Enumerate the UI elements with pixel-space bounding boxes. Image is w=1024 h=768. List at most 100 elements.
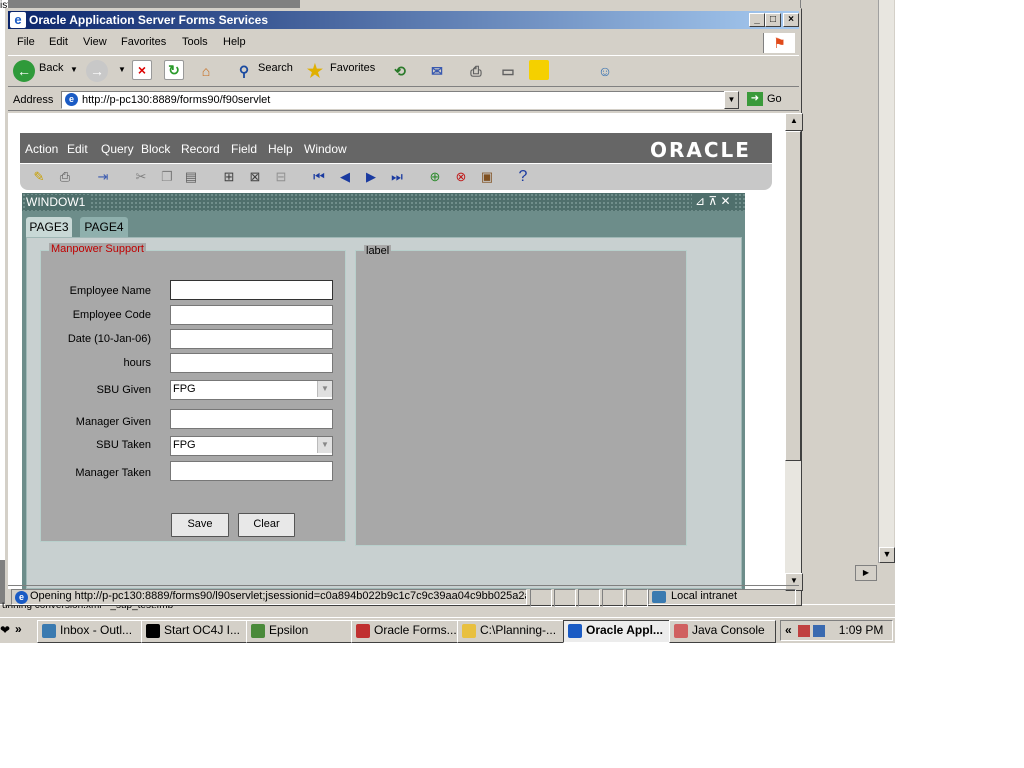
sbu-given-select[interactable]: FPG ▼ — [170, 380, 333, 400]
close-icon[interactable]: ✕ — [721, 194, 731, 208]
clock[interactable]: 1:09 PM — [839, 623, 884, 637]
menu-view[interactable]: View — [83, 36, 107, 48]
favorites-star-icon[interactable]: ★ — [304, 60, 326, 82]
clear-button[interactable]: Clear — [238, 513, 295, 537]
tray-network-icon[interactable] — [813, 624, 826, 637]
background-scrollbar[interactable]: ▼ — [878, 0, 895, 563]
forward-dropdown-icon[interactable]: ▼ — [118, 65, 126, 74]
home-icon[interactable]: ⌂ — [195, 60, 217, 82]
maximize-button[interactable]: □ — [765, 13, 781, 27]
page-loading-icon: e — [15, 591, 28, 604]
exit-icon[interactable]: ⇥ — [94, 168, 112, 186]
forms-menu-record[interactable]: Record — [181, 142, 220, 156]
scroll-thumb[interactable] — [785, 131, 801, 461]
browser-titlebar[interactable]: e Oracle Application Server Forms Servic… — [8, 11, 799, 29]
cut-icon[interactable]: ✂ — [132, 168, 150, 186]
go-button[interactable]: ➜ Go — [747, 92, 782, 106]
menu-tools[interactable]: Tools — [182, 36, 208, 48]
forms-menu-block[interactable]: Block — [141, 142, 170, 156]
task-oracle-forms[interactable]: Oracle Forms... — [351, 620, 458, 643]
vertical-scrollbar[interactable]: ▲ ▼ — [785, 113, 803, 591]
paste-icon[interactable]: ▤ — [182, 168, 200, 186]
sbu-taken-select[interactable]: FPG ▼ — [170, 436, 333, 456]
status-panel — [578, 589, 600, 607]
edit-icon[interactable]: ▭ — [497, 60, 519, 82]
search-icon[interactable]: ⚲ — [233, 60, 255, 82]
address-input[interactable]: e http://p-pc130:8889/forms90/f90servlet — [61, 91, 739, 109]
task-inbox[interactable]: Inbox - Outl... — [37, 620, 143, 643]
last-record-icon[interactable]: ⏭ — [388, 168, 406, 186]
browser-menubar: File Edit View Favorites Tools Help — [8, 31, 799, 53]
tab-page4[interactable]: PAGE4 — [80, 217, 128, 237]
previous-record-icon[interactable]: ◀ — [336, 168, 354, 186]
save-button[interactable]: Save — [171, 513, 229, 537]
quicklaunch-icon[interactable]: ❤ — [0, 623, 10, 637]
discuss-icon[interactable] — [529, 60, 549, 80]
date-input[interactable] — [170, 329, 333, 349]
next-record-icon[interactable]: ▶ — [362, 168, 380, 186]
back-button[interactable]: Back — [39, 62, 63, 74]
forms-menubar: Action Edit Query Block Record Field Hel… — [20, 133, 772, 163]
task-java-console[interactable]: Java Console — [669, 620, 776, 643]
hours-input[interactable] — [170, 353, 333, 373]
menu-file[interactable]: File — [17, 36, 35, 48]
messenger-icon[interactable]: ☺ — [594, 60, 616, 82]
task-planning-folder[interactable]: C:\Planning-... — [457, 620, 564, 643]
stop-icon[interactable]: × — [132, 60, 152, 80]
refresh-icon[interactable]: ↻ — [164, 60, 184, 80]
tray-expand-icon[interactable]: « — [785, 623, 792, 637]
manager-given-input[interactable] — [170, 409, 333, 429]
menu-edit[interactable]: Edit — [49, 36, 68, 48]
menu-help[interactable]: Help — [223, 36, 246, 48]
cancel-query-icon[interactable]: ⊟ — [272, 168, 290, 186]
forms-menu-field[interactable]: Field — [231, 142, 257, 156]
scroll-up-icon[interactable]: ▲ — [785, 113, 803, 131]
employee-name-input[interactable] — [170, 280, 333, 300]
copy-icon[interactable]: ❐ — [158, 168, 176, 186]
forms-menu-label: Field — [231, 142, 258, 156]
insert-record-icon[interactable]: ⊕ — [426, 168, 444, 186]
forms-menu-query[interactable]: Query — [101, 142, 134, 156]
address-bar: Address e http://p-pc130:8889/forms90/f9… — [8, 89, 799, 111]
execute-query-icon[interactable]: ⊠ — [246, 168, 264, 186]
forward-arrow-icon[interactable]: → — [86, 60, 108, 82]
maximize-icon[interactable]: ⊼ — [708, 194, 717, 208]
mail-icon[interactable]: ✉ — [426, 60, 448, 82]
task-epsilon[interactable]: Epsilon — [246, 620, 353, 643]
delete-record-icon[interactable]: ⊗ — [452, 168, 470, 186]
employee-code-input[interactable] — [170, 305, 333, 325]
forms-menu-help[interactable]: Help — [268, 142, 293, 156]
task-oracle-application[interactable]: Oracle Appl... — [563, 620, 670, 643]
save-icon[interactable]: ✎ — [30, 168, 48, 186]
print-icon[interactable]: ⎙ — [465, 60, 487, 82]
lock-record-icon[interactable]: ▣ — [478, 168, 496, 186]
forms-menu-window[interactable]: Window — [304, 142, 347, 156]
task-oc4j[interactable]: Start OC4J I... — [141, 620, 248, 643]
first-record-icon[interactable]: ⏮ — [310, 168, 328, 186]
print-icon[interactable]: ⎙ — [56, 168, 74, 186]
forms-menu-edit[interactable]: Edit — [67, 142, 88, 156]
back-arrow-icon[interactable]: ← — [13, 60, 35, 82]
outlook-icon — [42, 623, 56, 638]
minimize-button[interactable]: _ — [749, 13, 765, 27]
address-dropdown-icon[interactable]: ▼ — [724, 91, 739, 109]
forms-menu-action[interactable]: Action — [25, 142, 58, 156]
forms-window-titlebar[interactable]: WINDOW1 ⊿ ⊼ ✕ — [22, 193, 745, 211]
scroll-down-icon[interactable]: ▼ — [879, 547, 895, 563]
minimize-icon[interactable]: ⊿ — [695, 194, 705, 208]
enter-query-icon[interactable]: ⊞ — [220, 168, 238, 186]
scroll-right-icon[interactable]: ▶ — [855, 565, 877, 581]
dropdown-arrow-icon[interactable]: ▼ — [317, 381, 332, 397]
manager-taken-input[interactable] — [170, 461, 333, 481]
help-question-icon[interactable]: ? — [514, 168, 532, 186]
quicklaunch-expand-icon[interactable]: » — [15, 622, 22, 636]
tray-app-icon[interactable] — [798, 624, 811, 637]
history-icon[interactable]: ⟲ — [389, 60, 411, 82]
menu-favorites[interactable]: Favorites — [121, 36, 166, 48]
tab-page3[interactable]: PAGE3 — [26, 217, 72, 237]
back-dropdown-icon[interactable]: ▼ — [70, 65, 78, 74]
dropdown-arrow-icon[interactable]: ▼ — [317, 437, 332, 453]
search-button[interactable]: Search — [258, 62, 293, 74]
favorites-button[interactable]: Favorites — [330, 62, 375, 74]
close-button[interactable]: × — [783, 13, 799, 27]
